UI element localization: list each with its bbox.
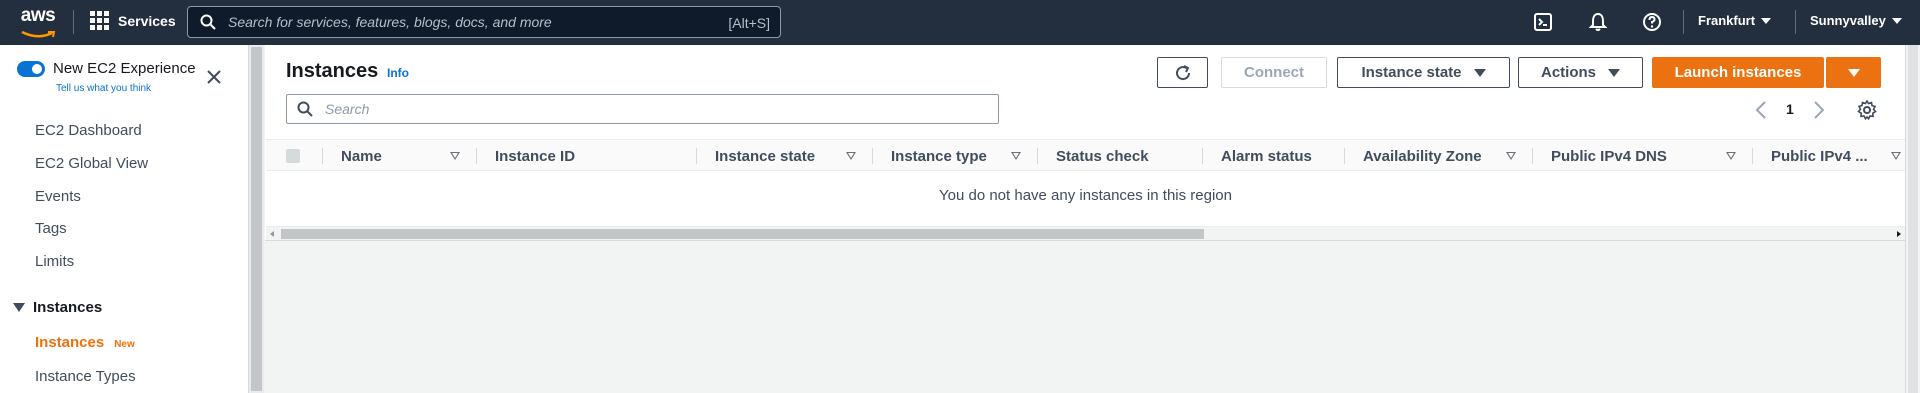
search-shortcut: [Alt+S]: [728, 15, 770, 31]
chevron-right-icon[interactable]: [1812, 100, 1826, 120]
new-experience-toggle[interactable]: [17, 61, 45, 77]
toggle-knob: [32, 64, 42, 74]
new-badge: New: [114, 339, 135, 350]
search-icon: [297, 101, 313, 117]
sidebar-item-limits[interactable]: Limits: [35, 253, 74, 270]
instance-state-dropdown[interactable]: Instance state: [1337, 57, 1510, 88]
gear-icon[interactable]: [1857, 100, 1877, 120]
filter-triangle-icon[interactable]: [1726, 152, 1736, 160]
instances-table-header: Name Instance ID Instance state Instance…: [266, 139, 1905, 171]
connect-button[interactable]: Connect: [1221, 57, 1327, 88]
column-header-name[interactable]: Name: [341, 140, 382, 172]
cloudshell-icon[interactable]: [1532, 11, 1554, 33]
column-header-instance-id[interactable]: Instance ID: [495, 140, 575, 172]
region-selector[interactable]: Frankfurt: [1698, 13, 1772, 28]
services-menu-button[interactable]: Services: [90, 11, 176, 30]
region-label: Frankfurt: [1698, 13, 1756, 28]
scrollbar-thumb[interactable]: [251, 47, 262, 391]
account-label: Sunnyvalley: [1810, 13, 1886, 28]
nav-divider: [1683, 10, 1684, 34]
table-horizontal-scrollbar[interactable]: [266, 226, 1905, 240]
filter-triangle-icon[interactable]: [450, 152, 460, 160]
sidebar-item-ec2-dashboard[interactable]: EC2 Dashboard: [35, 122, 142, 139]
scrollbar-thumb[interactable]: [281, 229, 1204, 239]
instance-state-label: Instance state: [1361, 64, 1462, 81]
refresh-icon: [1175, 64, 1190, 80]
empty-table-message: You do not have any instances in this re…: [939, 187, 1232, 204]
new-experience-title: New EC2 Experience: [53, 60, 196, 77]
chevron-left-icon[interactable]: [1754, 100, 1768, 120]
sidebar-item-tags[interactable]: Tags: [35, 220, 67, 237]
column-header-public-ipv4-address[interactable]: Public IPv4 ...: [1771, 140, 1868, 172]
caret-down-icon: [1847, 68, 1860, 77]
column-header-instance-type[interactable]: Instance type: [891, 140, 987, 172]
page-title: Instances: [286, 60, 379, 82]
expand-triangle-icon: [13, 303, 25, 312]
caret-down-icon: [1761, 17, 1772, 24]
launch-options-dropdown[interactable]: [1826, 57, 1881, 88]
sidebar-section-instances[interactable]: Instances: [13, 299, 102, 316]
actions-label: Actions: [1540, 64, 1596, 81]
search-icon: [200, 14, 216, 30]
filter-triangle-icon[interactable]: [1891, 152, 1901, 160]
page-number[interactable]: 1: [1786, 101, 1794, 117]
sidebar-scrollbar[interactable]: [248, 45, 264, 393]
account-menu[interactable]: Sunnyvalley: [1810, 13, 1902, 28]
sidebar-item-instances[interactable]: Instances New: [35, 334, 135, 351]
sidebar-section-label: Instances: [33, 299, 103, 316]
bell-icon[interactable]: [1587, 11, 1609, 33]
scrollbar-thumb[interactable]: [1908, 45, 1918, 393]
global-search-input[interactable]: Search for services, features, blogs, do…: [187, 6, 781, 38]
sidebar-item-instance-types[interactable]: Instance Types: [35, 368, 136, 385]
search-placeholder: Search for services, features, blogs, do…: [228, 14, 552, 30]
column-header-status-check[interactable]: Status check: [1056, 140, 1149, 172]
select-all-checkbox[interactable]: [286, 149, 300, 163]
sidebar-item-events[interactable]: Events: [35, 188, 81, 205]
caret-down-icon: [1891, 17, 1902, 24]
nav-divider: [1795, 10, 1796, 34]
column-header-alarm-status[interactable]: Alarm status: [1221, 140, 1312, 172]
grid-icon: [90, 11, 109, 30]
sidebar-item-label: Instances: [35, 334, 105, 351]
nav-divider: [73, 10, 74, 34]
instances-search-input[interactable]: Search: [286, 94, 999, 124]
scroll-left-arrow-icon[interactable]: [270, 231, 274, 237]
caret-down-icon: [1473, 68, 1486, 77]
filter-triangle-icon[interactable]: [846, 152, 856, 160]
actions-dropdown[interactable]: Actions: [1518, 57, 1643, 88]
sidebar: New EC2 Experience Tell us what you thin…: [0, 45, 248, 393]
filter-triangle-icon[interactable]: [1506, 152, 1516, 160]
search-placeholder: Search: [325, 101, 370, 117]
top-navigation: aws Services Search for services, featur…: [0, 0, 1920, 45]
filter-triangle-icon[interactable]: [1011, 152, 1021, 160]
close-icon[interactable]: [206, 69, 222, 85]
aws-logo-text: aws: [20, 5, 56, 26]
aws-smile-icon: [21, 30, 56, 38]
column-header-availability-zone[interactable]: Availability Zone: [1363, 140, 1482, 172]
help-icon[interactable]: [1641, 11, 1663, 33]
services-label: Services: [118, 12, 176, 29]
page-scrollbar[interactable]: [1905, 45, 1920, 393]
info-link[interactable]: Info: [387, 66, 409, 80]
column-header-public-ipv4-dns[interactable]: Public IPv4 DNS: [1551, 140, 1667, 172]
sidebar-item-ec2-global-view[interactable]: EC2 Global View: [35, 155, 148, 172]
column-header-instance-state[interactable]: Instance state: [715, 140, 815, 172]
aws-logo[interactable]: aws: [18, 5, 58, 39]
feedback-link[interactable]: Tell us what you think: [56, 83, 151, 94]
scroll-right-arrow-icon[interactable]: [1897, 231, 1901, 237]
launch-instances-button[interactable]: Launch instances: [1652, 57, 1824, 88]
caret-down-icon: [1608, 68, 1620, 77]
refresh-button[interactable]: [1157, 57, 1208, 88]
